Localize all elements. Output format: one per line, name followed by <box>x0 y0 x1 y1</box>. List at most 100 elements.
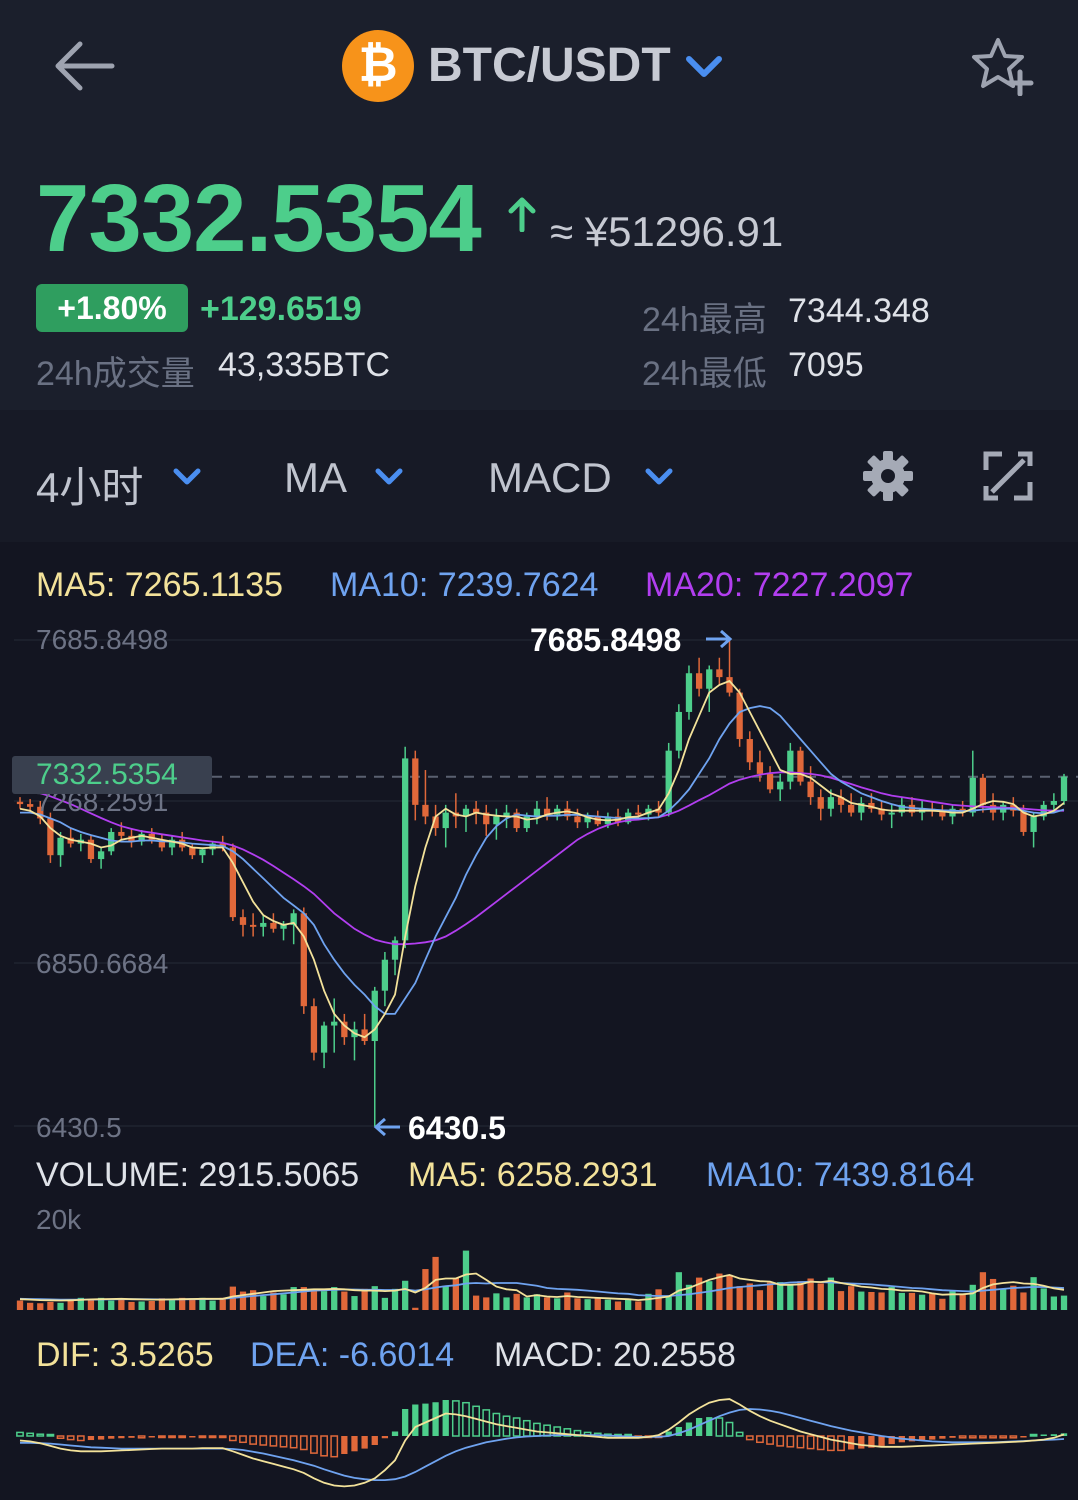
volume-value: 43,335BTC <box>218 346 390 384</box>
macd-dea-line <box>20 1408 1065 1481</box>
macd-histogram-bar <box>858 1436 865 1449</box>
macd-histogram-bar <box>837 1435 845 1452</box>
main-indicator-selector[interactable]: MA <box>284 454 347 502</box>
volume-bar <box>128 1301 135 1310</box>
volume-bar <box>584 1299 591 1310</box>
change-amount: +129.6519 <box>200 290 362 328</box>
volume-bar <box>716 1273 723 1310</box>
volume-bar <box>148 1301 155 1310</box>
volume-bar <box>898 1292 905 1310</box>
back-button[interactable] <box>50 38 120 94</box>
min-price-marker: 6430.5 <box>408 1110 506 1146</box>
interval-selector[interactable]: 4小时 <box>36 454 143 515</box>
macd-histogram-bar <box>462 1401 470 1437</box>
macd-histogram-bar <box>239 1435 247 1444</box>
candle-body <box>47 818 54 856</box>
volume-bar <box>67 1300 74 1310</box>
volume-bar <box>635 1301 642 1310</box>
volume-bar <box>57 1302 64 1310</box>
candle-body <box>1060 776 1068 801</box>
candle-body <box>422 804 429 817</box>
bitcoin-icon: ₿ <box>342 30 414 102</box>
candle-body <box>888 812 895 815</box>
volume-bar <box>260 1296 267 1310</box>
macd-histogram-bar <box>1029 1433 1038 1437</box>
macd-histogram-bar <box>249 1435 258 1445</box>
macd-histogram-bar <box>158 1435 166 1439</box>
price-axis-low: 6850.6684 <box>36 948 169 979</box>
volume-bar <box>402 1280 409 1310</box>
settings-button[interactable] <box>860 448 916 504</box>
macd-histogram-bar <box>289 1435 298 1449</box>
volume-bar <box>969 1284 976 1310</box>
volume-bar <box>1000 1288 1007 1310</box>
macd-histogram-bar <box>269 1435 278 1447</box>
volume-bar <box>138 1301 145 1310</box>
candle-body <box>320 1025 328 1053</box>
arrow-left-icon <box>372 1116 402 1143</box>
candlestick-series <box>16 639 1068 1127</box>
volume-bar <box>543 1297 551 1310</box>
macd-histogram-bar <box>989 1435 997 1439</box>
macd-histogram-bar <box>108 1436 115 1439</box>
macd-histogram-bar <box>148 1436 155 1438</box>
change-percent-badge: +1.80% <box>36 284 188 332</box>
pair-title[interactable]: BTC/USDT <box>428 38 671 93</box>
candle-body <box>493 816 500 825</box>
volume-bar <box>16 1300 24 1310</box>
volume-bar <box>108 1300 115 1310</box>
macd-histogram-bar <box>806 1435 815 1450</box>
ma10-legend: MA10: 7239.7624 <box>330 566 599 604</box>
macd-histogram-bar <box>999 1435 1008 1439</box>
volume-bar <box>320 1291 328 1310</box>
volume-bars <box>16 1250 1068 1310</box>
volume-bar <box>787 1284 794 1310</box>
macd-histogram-bar <box>16 1431 24 1437</box>
volume-legend: VOLUME: 2915.5065 <box>36 1156 360 1194</box>
price-cny: ≈ ¥51296.91 <box>550 208 784 255</box>
volume-bar <box>797 1281 804 1310</box>
macd-histogram-bar <box>939 1436 946 1439</box>
macd-histogram-bar <box>97 1436 105 1440</box>
ma20-legend: MA20: 7227.2097 <box>645 566 914 604</box>
pair-dropdown[interactable] <box>684 52 724 82</box>
candle-body <box>412 758 419 805</box>
candle-body <box>26 804 34 807</box>
macd-histogram-bar <box>715 1417 724 1437</box>
candle-body <box>1050 800 1058 805</box>
sub-indicator-selector[interactable]: MACD <box>488 454 612 502</box>
fullscreen-button[interactable] <box>980 448 1036 504</box>
candle-body <box>817 797 824 809</box>
candle-body <box>260 922 267 927</box>
volume-bar <box>533 1294 541 1310</box>
volume-bar <box>848 1286 855 1310</box>
macd-histogram-bar <box>128 1436 135 1438</box>
macd-histogram-bar <box>1040 1434 1047 1436</box>
candle-body <box>381 959 389 991</box>
candle-body <box>189 847 196 856</box>
macd-histogram-bar <box>36 1433 45 1437</box>
volume-bar <box>858 1291 865 1310</box>
favorite-button[interactable] <box>970 36 1034 97</box>
candle-body <box>1030 816 1037 832</box>
volume-bar <box>554 1298 561 1310</box>
volume-bar <box>1060 1295 1068 1310</box>
macd-histogram-bar <box>929 1436 936 1440</box>
volume-bar <box>908 1292 916 1310</box>
macd-histogram-bar <box>351 1436 358 1452</box>
low-label: 24h最低 <box>642 355 767 393</box>
candle-body <box>827 797 835 809</box>
macd-histogram-bar <box>958 1435 967 1439</box>
macd-histogram-bar <box>979 1435 987 1439</box>
volume-bar <box>766 1282 774 1310</box>
candle-body <box>716 669 723 678</box>
volume-bar <box>736 1286 743 1310</box>
volume-bar <box>746 1283 753 1310</box>
candle-body <box>118 831 125 836</box>
macd-histogram-bar <box>451 1400 460 1437</box>
chevron-down-icon <box>374 466 404 488</box>
macd-histogram-bar <box>402 1409 409 1436</box>
macd-histogram-bar <box>26 1432 35 1437</box>
candle-body <box>249 924 257 927</box>
volume-bar <box>462 1250 470 1310</box>
